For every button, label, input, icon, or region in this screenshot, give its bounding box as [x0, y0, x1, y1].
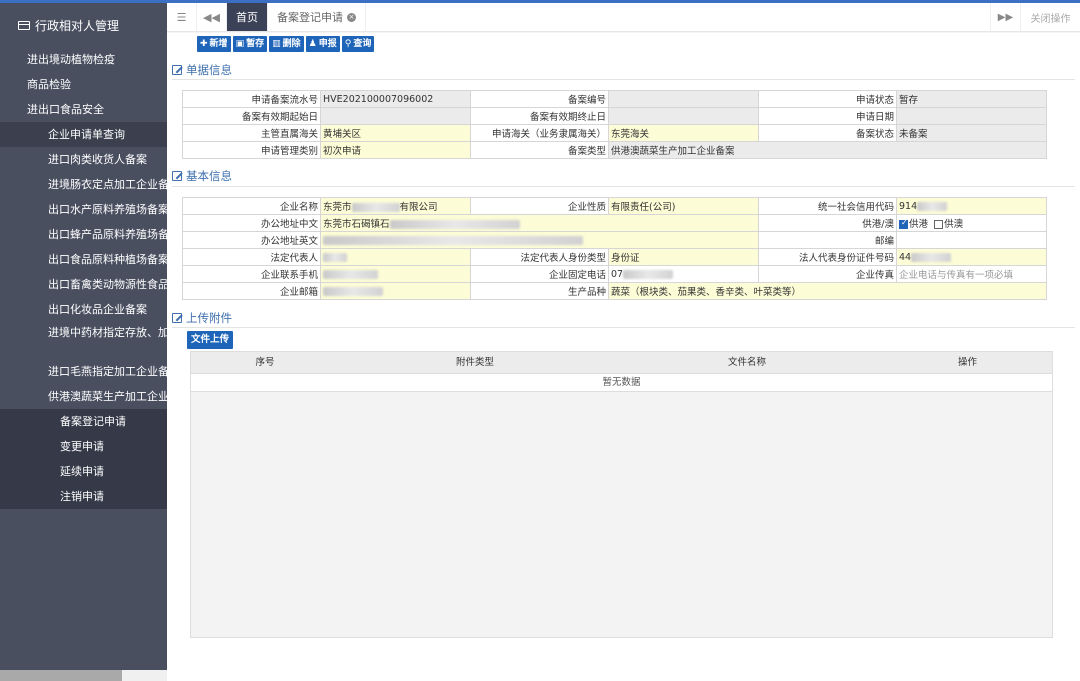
sidebar: 行政相对人管理 进出境动植物检疫 商品检验 进出口食品安全 企业申请单查询 进口… [0, 3, 167, 670]
delete-button[interactable]: ▥ 删除 [269, 36, 304, 52]
sidebar-item-herbal-storage[interactable]: 进境中药材指定存放、加 [0, 322, 167, 359]
section-doc-info: 单据信息 [172, 62, 232, 78]
address-en-input[interactable] [320, 231, 759, 249]
tab-registration[interactable]: 备案登记申请 × [268, 3, 366, 31]
trash-icon: ▥ [272, 39, 281, 49]
new-button[interactable]: ✚ 新增 [197, 36, 231, 52]
sidebar-item-aquatic-farm[interactable]: 出口水产原料养殖场备案 [0, 197, 167, 222]
sidebar-item-food-plantation[interactable]: 出口食品原料种植场备案 [0, 247, 167, 272]
sidebar-item-food-safety[interactable]: 进出口食品安全 [0, 97, 167, 122]
address-cn-input[interactable]: 东莞市石碣镇石 [320, 214, 759, 232]
col-operation: 操作 [957, 357, 977, 368]
legal-rep-input[interactable] [320, 248, 471, 266]
empty-state-text: 暂无数据 [191, 374, 1052, 392]
email-input[interactable] [320, 282, 471, 300]
sidebar-item-application-query[interactable]: 企业申请单查询 [0, 122, 167, 147]
plus-icon: ✚ [200, 39, 208, 49]
phone-input[interactable]: 07 [608, 265, 759, 283]
action-toolbar: ✚ 新增 ▣ 暂存 ▥ 删除 ♟ 申报 ⚲ 查询 [197, 36, 375, 52]
sidebar-item-vegetable-supply[interactable]: 供港澳蔬菜生产加工企业备 [0, 384, 167, 409]
save-icon: ▣ [235, 39, 245, 49]
sidebar-item-commodity-inspection[interactable]: 商品检验 [0, 72, 167, 97]
tab-registration-label: 备案登记申请 [277, 11, 343, 24]
attachment-table-header: 序号 附件类型 文件名称 操作 [191, 352, 1052, 374]
mobile-input[interactable] [320, 265, 471, 283]
apply-date-field [896, 107, 1047, 125]
sidebar-title-label: 行政相对人管理 [35, 18, 120, 33]
sidebar-item-animal-food[interactable]: 出口畜禽类动物源性食品 [0, 272, 167, 297]
id-card-icon [18, 20, 30, 30]
sidebar-item-cosmetics[interactable]: 出口化妆品企业备案 [0, 297, 167, 322]
manage-type-select[interactable]: 初次申请 [320, 141, 471, 159]
edit-icon [172, 65, 182, 75]
tab-home-label: 首页 [236, 11, 258, 24]
company-nature-select[interactable]: 有限责任(公司) [608, 197, 759, 215]
declare-button[interactable]: ♟ 申报 [305, 36, 340, 52]
id-type-select[interactable]: 身份证 [608, 248, 759, 266]
sidebar-item-cancellation[interactable]: 注销申请 [0, 484, 167, 509]
tab-bar: ☰ ◀◀ 首页 备案登记申请 × ▶▶ 关闭操作 [167, 3, 1080, 32]
horizontal-scrollbar[interactable] [0, 670, 122, 681]
col-attachment-type: 附件类型 [455, 357, 494, 368]
query-button[interactable]: ⚲ 查询 [341, 36, 375, 52]
section-attachments: 上传附件 [172, 310, 232, 326]
bottom-gap [122, 670, 167, 681]
sidebar-item-change[interactable]: 变更申请 [0, 434, 167, 459]
zip-input[interactable] [896, 231, 1047, 249]
product-variety-field[interactable]: 蔬菜（根块类、茄果类、香辛类、叶菜类等） [608, 282, 1047, 300]
valid-end-field [608, 107, 759, 125]
main-content: ✚ 新增 ▣ 暂存 ▥ 删除 ♟ 申报 ⚲ 查询 单据信息 申请备案流水号 HVE2021… [167, 33, 1080, 681]
basic-info-form: 企业名称 东莞市 有限公司 企业性质 有限责任(公司) 统一社会信用代码 914 … [182, 197, 1047, 300]
attachment-table: 序号 附件类型 文件名称 操作 暂无数据 [190, 351, 1053, 638]
credit-code-input[interactable]: 914 [896, 197, 1047, 215]
tab-next-icon[interactable]: ▶▶ [990, 3, 1020, 31]
sidebar-item-meat-receiver[interactable]: 进口肉类收货人备案 [0, 147, 167, 172]
col-file-name: 文件名称 [727, 357, 766, 368]
sidebar-item-bird-nest[interactable]: 进口毛燕指定加工企业备案 [0, 359, 167, 384]
user-icon: ♟ [308, 39, 317, 49]
record-number-field [608, 90, 759, 108]
record-status-field: 未备案 [896, 124, 1047, 142]
doc-info-form: 申请备案流水号 HVE202100007096002 备案编号 申请状态 暂存 … [182, 90, 1047, 159]
tab-home[interactable]: 首页 [227, 3, 268, 31]
sidebar-item-renewal[interactable]: 延续申请 [0, 459, 167, 484]
section-basic-info: 基本信息 [172, 168, 232, 184]
save-button[interactable]: ▣ 暂存 [232, 36, 268, 52]
search-icon: ⚲ [344, 39, 352, 49]
sidebar-item-plant-quarantine[interactable]: 进出境动植物检疫 [0, 47, 167, 72]
sidebar-item-bee-farm[interactable]: 出口蜂产品原料养殖场备案 [0, 222, 167, 247]
menu-toggle-icon[interactable]: ☰ [167, 3, 197, 31]
sidebar-item-registration[interactable]: 备案登记申请 [0, 409, 167, 434]
supply-region-checkboxes: 供港 供澳 [896, 214, 1047, 232]
sidebar-system-title[interactable]: 行政相对人管理 [0, 3, 167, 47]
fax-input[interactable]: 企业电话与传真有一项必填 [896, 265, 1047, 283]
edit-icon [172, 313, 182, 323]
close-operations-button[interactable]: 关闭操作 [1020, 3, 1080, 31]
close-icon[interactable]: × [347, 12, 356, 22]
tab-prev-icon[interactable]: ◀◀ [197, 3, 227, 31]
valid-start-field [320, 107, 471, 125]
edit-icon [172, 171, 182, 181]
apply-status-field: 暂存 [896, 90, 1047, 108]
sidebar-item-casing-processing[interactable]: 进境肠衣定点加工企业备案 [0, 172, 167, 197]
supply-mo-checkbox[interactable] [934, 220, 944, 229]
id-number-input[interactable]: 44 [896, 248, 1047, 266]
apply-customs-select[interactable]: 东莞海关 [608, 124, 759, 142]
record-type-field: 供港澳蔬菜生产加工企业备案 [608, 141, 1047, 159]
sidebar-submenu: 备案登记申请 变更申请 延续申请 注销申请 [0, 409, 167, 509]
company-name-input[interactable]: 东莞市 有限公司 [320, 197, 471, 215]
col-index: 序号 [255, 357, 275, 368]
supply-hk-checkbox[interactable] [899, 218, 908, 229]
serial-number-field: HVE202100007096002 [320, 90, 471, 108]
customs-select[interactable]: 黄埔关区 [320, 124, 471, 142]
file-upload-button[interactable]: 文件上传 [187, 331, 234, 349]
